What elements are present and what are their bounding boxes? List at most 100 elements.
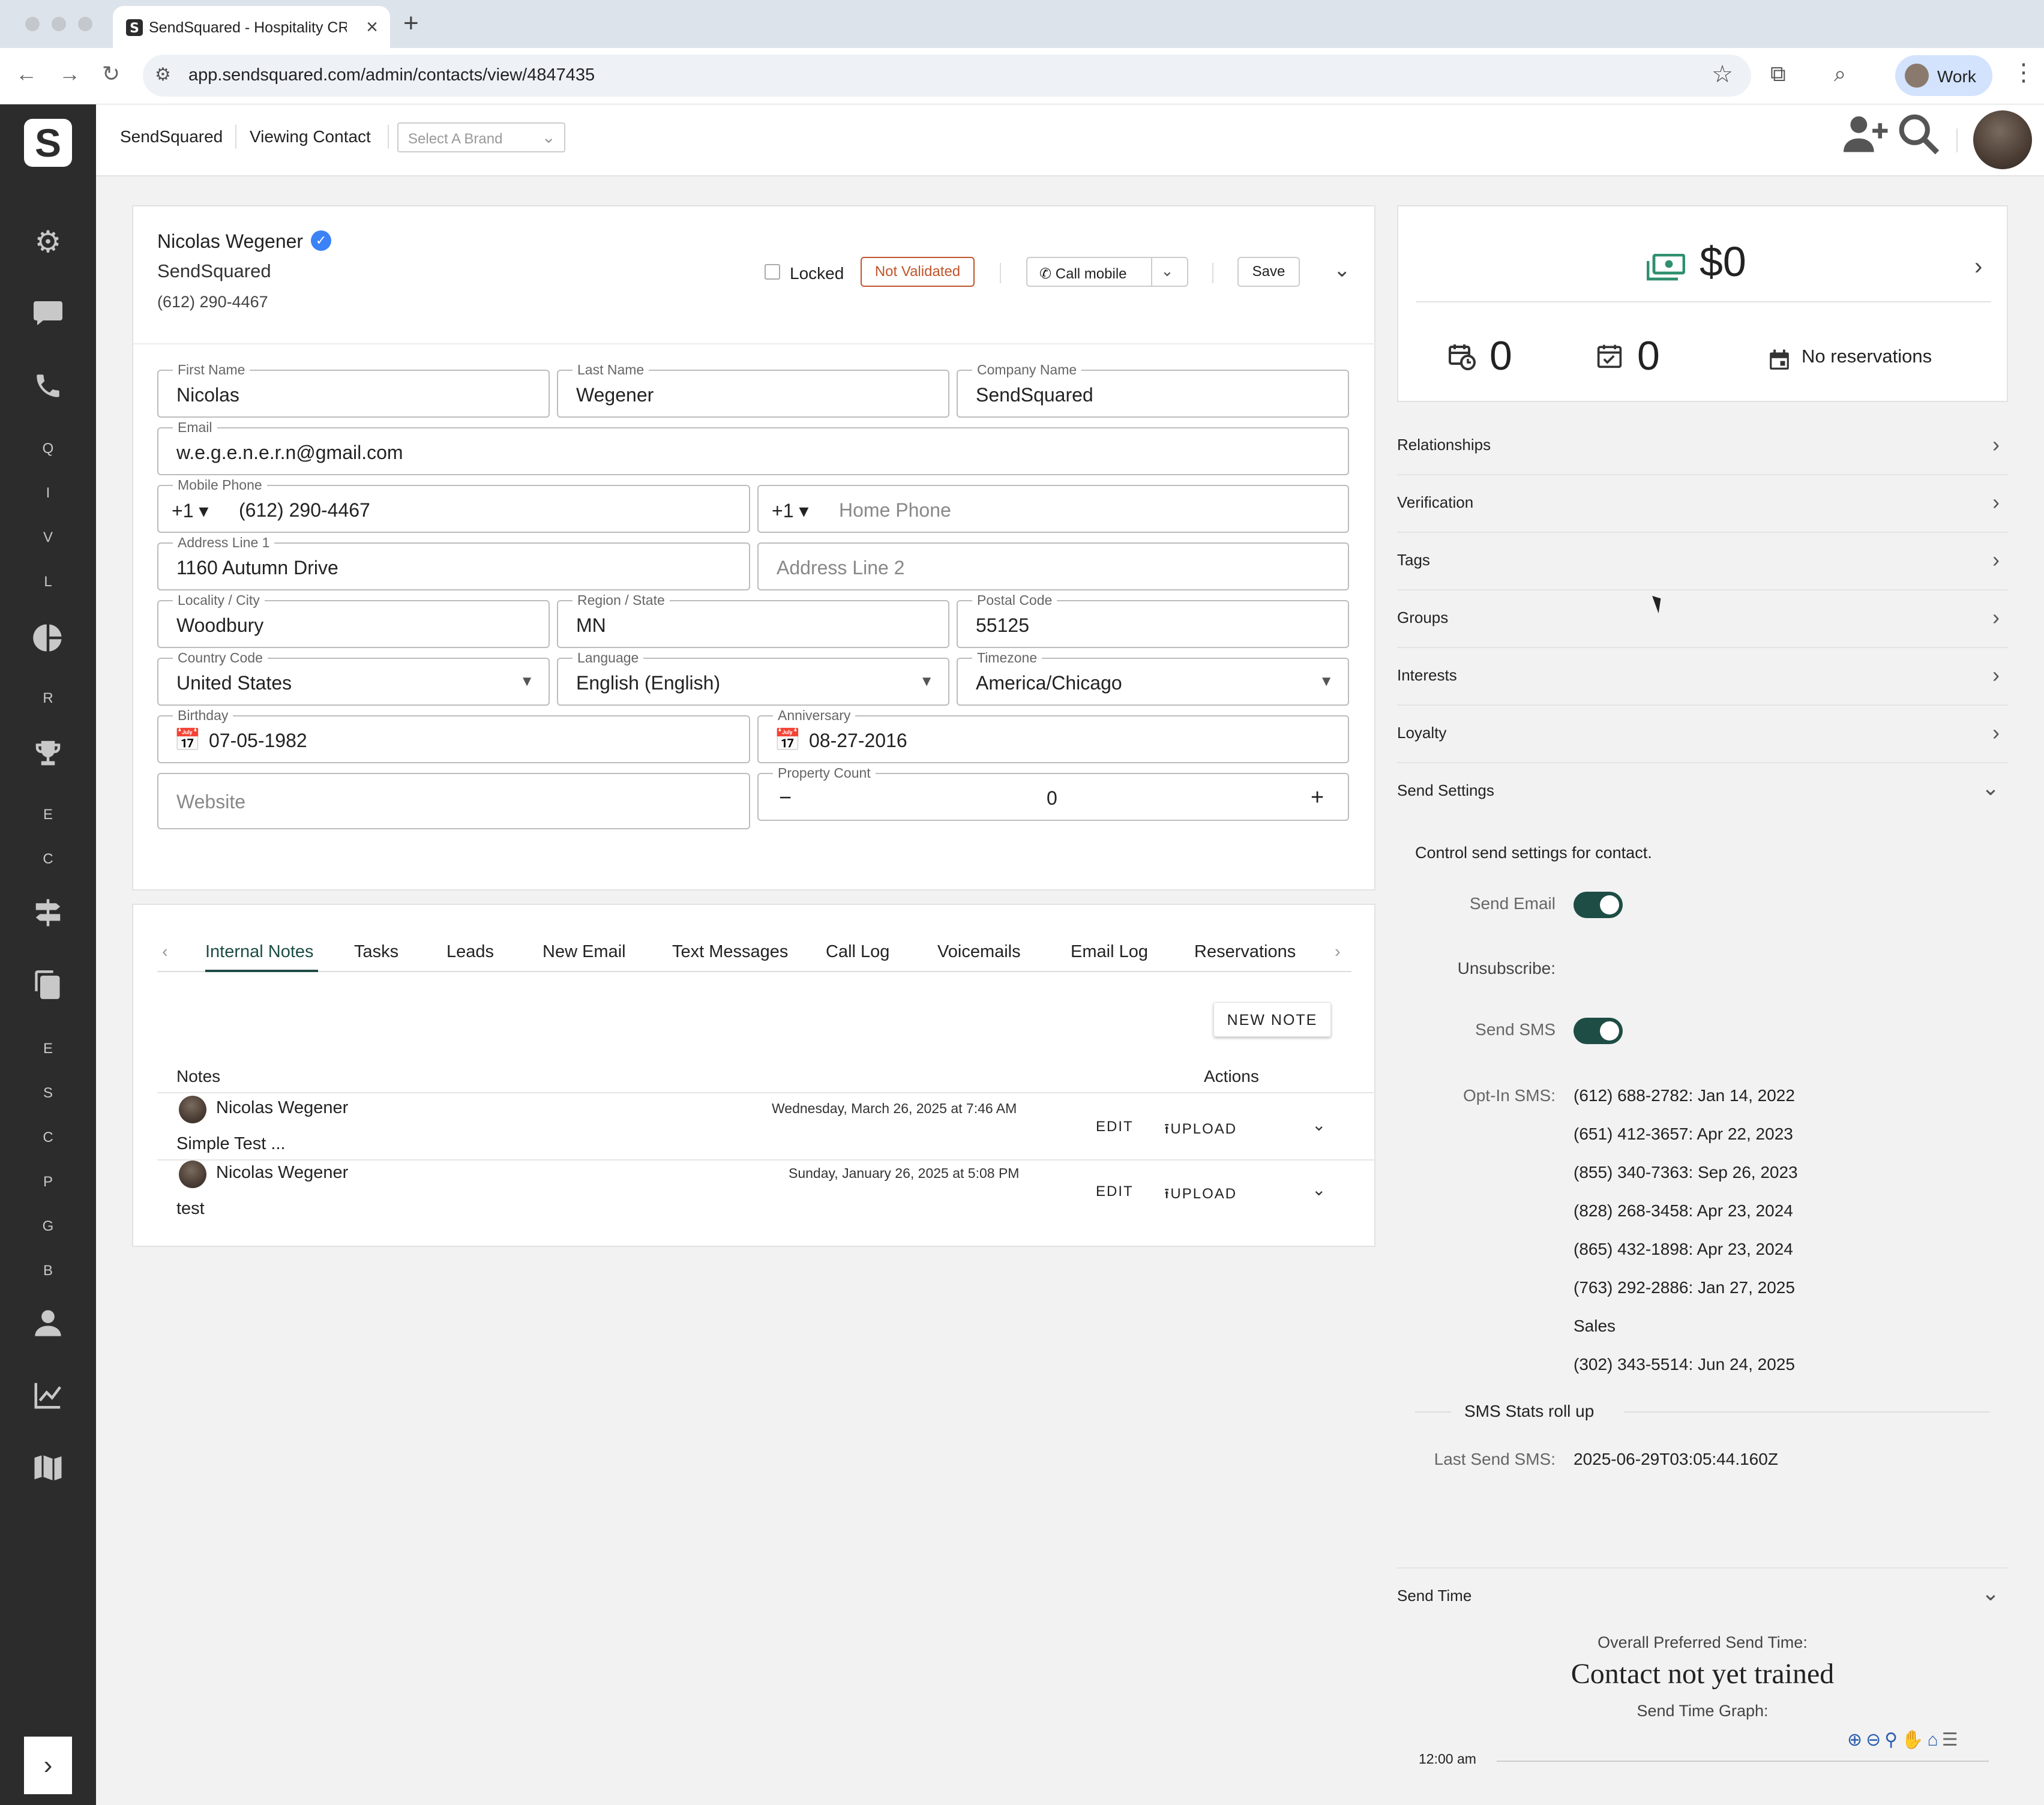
brand-select[interactable]: Select A Brand ⌄ xyxy=(397,122,565,152)
increment-button[interactable]: + xyxy=(1311,785,1324,811)
last-name-field[interactable]: Last Name Wegener xyxy=(557,362,949,418)
person-icon[interactable] xyxy=(0,1307,96,1342)
back-icon[interactable]: ← xyxy=(16,61,37,86)
decrement-button[interactable]: − xyxy=(779,785,792,810)
browser-menu-icon[interactable]: ⋮ xyxy=(2012,59,2036,86)
address-line-2-field[interactable]: Address Line 2 xyxy=(757,542,1349,590)
sidebar-letter-i[interactable]: I xyxy=(0,485,96,502)
pan-hand-icon[interactable]: ✋ xyxy=(1901,1730,1927,1750)
company-name-field[interactable]: Company Name SendSquared xyxy=(957,362,1349,418)
expand-sidebar-button[interactable]: › xyxy=(24,1737,72,1794)
map-icon[interactable] xyxy=(0,1451,96,1486)
call-options-chevron-icon[interactable]: ⌄ xyxy=(1161,262,1174,280)
email-field[interactable]: Email w.e.g.e.n.e.r.n@gmail.com xyxy=(157,419,1349,475)
send-email-toggle[interactable] xyxy=(1574,892,1623,918)
reload-icon[interactable]: ↻ xyxy=(102,61,120,86)
address-line-1-value[interactable]: 1160 Autumn Drive xyxy=(176,557,338,579)
new-tab-button[interactable]: + xyxy=(403,8,419,38)
company-name-value[interactable]: SendSquared xyxy=(976,384,1093,406)
sidebar-letter-q[interactable]: Q xyxy=(0,440,96,457)
mobile-phone-value[interactable]: (612) 290-4467 xyxy=(239,499,370,521)
edit-note-button[interactable]: EDIT xyxy=(1096,1183,1134,1200)
website-placeholder[interactable]: Website xyxy=(176,791,245,813)
address-line-1-field[interactable]: Address Line 1 1160 Autumn Drive xyxy=(157,535,750,590)
new-note-button[interactable]: NEW NOTE xyxy=(1213,1002,1331,1037)
section-send-settings[interactable]: Send Settings ⌄ xyxy=(1397,763,2008,821)
anniversary-value[interactable]: 08-27-2016 xyxy=(809,730,907,752)
upload-note-button[interactable]: ⭱UPLOAD xyxy=(1164,1119,1237,1143)
mobile-country-code-select[interactable]: +1 ▾ xyxy=(172,499,208,522)
sidebar-letter-p[interactable]: P xyxy=(0,1174,96,1191)
graph-menu-icon[interactable]: ☰ xyxy=(1942,1730,1962,1750)
section-relationships[interactable]: Relationships › xyxy=(1397,418,2008,475)
tab-voicemails[interactable]: Voicemails xyxy=(937,942,1021,962)
zoom-select-icon[interactable]: ⚲ xyxy=(1884,1730,1901,1750)
tab-search-icon[interactable]: ⌕ xyxy=(1834,61,1846,87)
line-chart-icon[interactable] xyxy=(0,1379,96,1414)
tab-close-icon[interactable]: × xyxy=(366,16,378,39)
browser-tab[interactable]: S SendSquared - Hospitality CR × xyxy=(113,6,390,48)
window-close-dot[interactable] xyxy=(25,17,40,31)
section-tags[interactable]: Tags › xyxy=(1397,533,2008,590)
tab-call-log[interactable]: Call Log xyxy=(826,942,889,962)
sidebar-letter-c2[interactable]: C xyxy=(0,1129,96,1146)
pie-chart-icon[interactable] xyxy=(0,622,96,657)
tab-tasks[interactable]: Tasks xyxy=(354,942,398,962)
tabs-scroll-right-icon[interactable]: › xyxy=(1335,942,1341,962)
card-collapse-chevron-icon[interactable]: ⌄ xyxy=(1333,258,1351,282)
reset-home-icon[interactable]: ⌂ xyxy=(1928,1730,1942,1750)
address-line-2-placeholder[interactable]: Address Line 2 xyxy=(777,557,904,579)
chat-bubble-icon[interactable] xyxy=(0,299,96,331)
tab-email-log[interactable]: Email Log xyxy=(1071,942,1148,962)
region-value[interactable]: MN xyxy=(576,614,606,637)
phone-icon[interactable] xyxy=(0,371,96,404)
signpost-icon[interactable] xyxy=(0,896,96,932)
home-phone-placeholder[interactable]: Home Phone xyxy=(839,499,951,521)
send-sms-toggle[interactable] xyxy=(1574,1018,1623,1044)
validation-status-badge[interactable]: Not Validated xyxy=(861,257,975,287)
save-button[interactable]: Save xyxy=(1237,257,1300,287)
locked-checkbox[interactable] xyxy=(765,264,780,280)
first-name-field[interactable]: First Name Nicolas xyxy=(157,362,550,418)
postal-code-value[interactable]: 55125 xyxy=(976,614,1029,637)
region-field[interactable]: Region / State MN xyxy=(557,592,949,648)
zoom-in-icon[interactable]: ⊕ xyxy=(1847,1730,1866,1750)
settings-gear-icon[interactable]: ⚙ xyxy=(0,224,96,259)
user-avatar[interactable] xyxy=(1973,110,2032,169)
section-send-time[interactable]: Send Time ⌄ xyxy=(1397,1567,2008,1625)
breadcrumb-brand[interactable]: SendSquared xyxy=(120,127,223,146)
calendar-icon[interactable]: 📅 xyxy=(774,727,801,752)
first-name-value[interactable]: Nicolas xyxy=(176,384,239,406)
sidebar-letter-b[interactable]: B xyxy=(0,1263,96,1279)
property-count-value[interactable]: 0 xyxy=(1047,787,1057,809)
trophy-icon[interactable] xyxy=(0,737,96,772)
tab-text-messages[interactable]: Text Messages xyxy=(672,942,788,962)
call-mobile-button[interactable]: ✆ Call mobile ⌄ xyxy=(1026,257,1188,287)
email-value[interactable]: w.e.g.e.n.e.r.n@gmail.com xyxy=(176,442,403,464)
forward-icon[interactable]: → xyxy=(59,61,80,86)
anniversary-field[interactable]: Anniversary 📅 08-27-2016 xyxy=(757,707,1349,763)
zoom-out-icon[interactable]: ⊖ xyxy=(1866,1730,1884,1750)
bookmark-star-icon[interactable]: ☆ xyxy=(1712,61,1733,88)
birthday-value[interactable]: 07-05-1982 xyxy=(209,730,307,752)
home-phone-field[interactable]: +1 ▾ Home Phone xyxy=(757,485,1349,533)
search-icon[interactable] xyxy=(1898,113,1940,164)
tab-new-email[interactable]: New Email xyxy=(543,942,626,962)
tab-reservations[interactable]: Reservations xyxy=(1194,942,1296,962)
note-expand-chevron-icon[interactable]: ⌄ xyxy=(1312,1115,1326,1135)
tab-internal-notes[interactable]: Internal Notes xyxy=(205,942,314,962)
window-minimize-dot[interactable] xyxy=(52,17,66,31)
birthday-field[interactable]: Birthday 📅 07-05-1982 xyxy=(157,707,750,763)
edit-note-button[interactable]: EDIT xyxy=(1096,1119,1134,1135)
city-field[interactable]: Locality / City Woodbury xyxy=(157,592,550,648)
site-settings-icon[interactable]: ⚙ xyxy=(155,64,171,85)
copy-documents-icon[interactable] xyxy=(0,969,96,1004)
sidebar-letter-s[interactable]: S xyxy=(0,1085,96,1102)
timezone-select[interactable]: Timezone America/Chicago ▼ xyxy=(957,650,1349,706)
stats-card[interactable]: $0 › 0 0 No reservations xyxy=(1397,205,2008,402)
window-zoom-dot[interactable] xyxy=(78,17,92,31)
section-groups[interactable]: Groups › xyxy=(1397,590,2008,648)
extensions-icon[interactable]: ⧉ xyxy=(1770,61,1786,87)
note-expand-chevron-icon[interactable]: ⌄ xyxy=(1312,1180,1326,1200)
city-value[interactable]: Woodbury xyxy=(176,614,263,637)
